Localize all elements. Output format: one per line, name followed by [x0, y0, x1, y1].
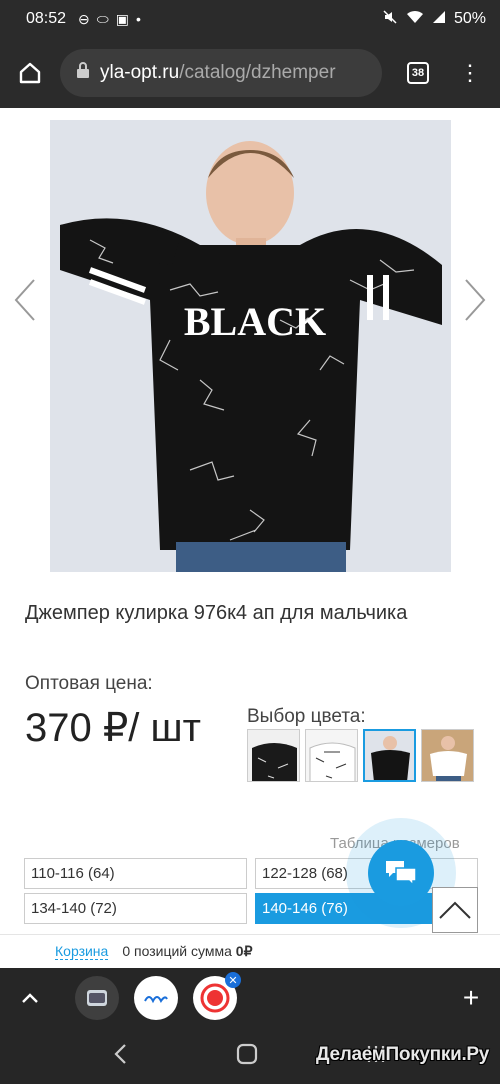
cart-summary: 0 позиций сумма 0₽	[122, 943, 252, 960]
app-logo-icon	[144, 996, 168, 1004]
battery-percent: 50%	[453, 10, 486, 27]
chevron-up-icon	[439, 901, 471, 919]
home-icon	[19, 62, 41, 84]
link-icon: ⬭	[96, 10, 109, 27]
add-icon[interactable]: +	[442, 982, 500, 1014]
app-bubbles-bar: ✕ +	[0, 968, 500, 1028]
dnd-icon: ⊖	[78, 10, 90, 27]
chat-icon	[386, 861, 417, 887]
notification-icons: ⊖ ⬭ ▣ •	[78, 11, 141, 28]
status-time: 08:52	[26, 10, 67, 27]
wifi-icon	[406, 9, 424, 30]
more-menu-icon[interactable]: ⋮	[448, 38, 492, 108]
color-swatches	[247, 729, 474, 782]
shirt-print-text: BLACK	[184, 299, 326, 344]
address-bar[interactable]: yla-opt.ru/catalog/dzhemper	[60, 49, 382, 97]
status-bar: 08:52 ⊖ ⬭ ▣ • 50%	[0, 0, 500, 38]
tab-count: 38	[407, 62, 429, 84]
browser-toolbar: yla-opt.ru/catalog/dzhemper 38 ⋮	[0, 38, 500, 108]
size-option[interactable]: 134-140 (72)	[24, 893, 247, 924]
app-bubble-wallet[interactable]	[75, 976, 119, 1020]
mute-icon	[382, 9, 398, 30]
image-icon: ▣	[115, 10, 129, 27]
gallery-next-arrow[interactable]	[460, 278, 490, 322]
dot-icon: •	[135, 11, 141, 27]
product-price: 370 ₽/ шт	[25, 706, 201, 750]
cart-sum: 0₽	[235, 943, 253, 959]
product-photo: BLACK	[50, 120, 451, 572]
size-option[interactable]: 110-116 (64)	[24, 858, 247, 889]
color-swatch-black-boy[interactable]	[363, 729, 416, 782]
home-button[interactable]	[0, 38, 60, 108]
record-icon	[200, 983, 230, 1013]
url-path: /catalog/dzhemper	[179, 62, 336, 83]
color-choice-label: Выбор цвета:	[247, 706, 366, 727]
wholesale-price-label: Оптовая цена:	[25, 673, 153, 694]
product-title: Джемпер кулирка 976к4 ап для мальчика	[25, 602, 408, 624]
product-image[interactable]: BLACK	[50, 120, 451, 572]
url-domain: yla-opt.ru	[100, 62, 180, 83]
app-bubble-browser[interactable]	[134, 976, 178, 1020]
chevron-up-icon	[22, 993, 38, 1003]
lock-icon	[76, 61, 90, 85]
tab-switcher-button[interactable]: 38	[388, 38, 448, 108]
home-nav-icon[interactable]	[236, 1043, 258, 1070]
watermark: ДелаемПокупки.Ру	[316, 1044, 490, 1065]
scroll-to-top-button[interactable]	[432, 887, 478, 933]
color-swatch-white[interactable]	[305, 729, 358, 782]
app-bubble-recorder[interactable]: ✕	[193, 972, 241, 1020]
wallet-icon	[87, 990, 107, 1006]
close-icon[interactable]: ✕	[225, 972, 241, 988]
color-swatch-white-boy[interactable]	[421, 729, 474, 782]
collapse-button[interactable]	[0, 992, 60, 1004]
signal-icon	[432, 10, 446, 29]
gallery-prev-arrow[interactable]	[10, 278, 40, 322]
back-icon[interactable]	[113, 1043, 129, 1070]
cart-summary-text: 0 позиций сумма	[122, 943, 236, 959]
cart-bar: Корзина 0 позиций сумма 0₽	[0, 934, 500, 968]
color-swatch-black[interactable]	[247, 729, 300, 782]
cart-link[interactable]: Корзина	[55, 943, 109, 960]
